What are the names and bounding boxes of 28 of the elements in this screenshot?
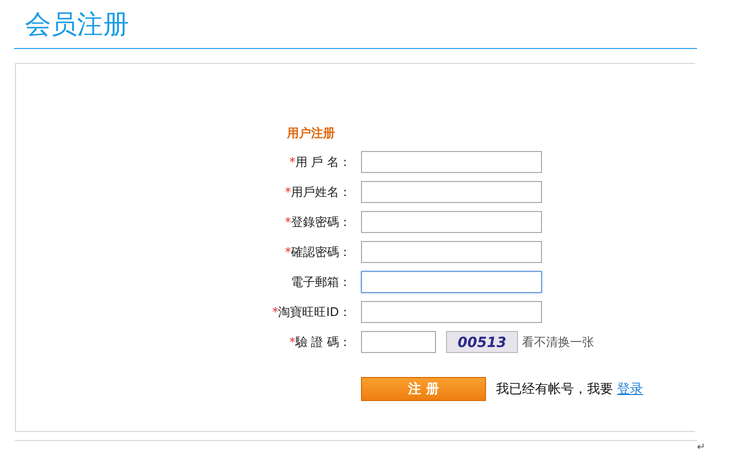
input-field[interactable] — [361, 151, 542, 173]
input-field[interactable] — [361, 241, 542, 263]
paragraph-mark: ↵ — [697, 442, 706, 453]
field-label: *用戶姓名： — [284, 184, 352, 200]
input-field[interactable] — [361, 301, 542, 323]
captcha-field[interactable] — [361, 331, 436, 353]
field-label: *驗 證 碼： — [288, 334, 352, 350]
field-label: *登錄密碼： — [284, 214, 352, 230]
register-button[interactable]: 注 册 — [361, 377, 486, 401]
form-heading: 用户注册 — [287, 125, 336, 142]
refresh-captcha-link[interactable]: 看不清换一张 — [522, 334, 594, 350]
field-label: *淘寶旺旺ID： — [271, 304, 352, 320]
input-field[interactable] — [361, 211, 542, 233]
input-field[interactable] — [361, 181, 542, 203]
required-mark: * — [285, 184, 291, 198]
captcha-image: 00513 — [446, 331, 518, 353]
required-mark: * — [285, 214, 291, 228]
required-mark: * — [289, 334, 296, 348]
field-label: *確認密碼： — [284, 244, 352, 260]
login-link[interactable]: 登录 — [617, 380, 643, 398]
required-mark: * — [272, 304, 278, 318]
field-label: *用 戶 名： — [288, 154, 352, 170]
required-mark: * — [285, 244, 291, 258]
page-title: 会员注册 — [24, 9, 130, 42]
field-label: 電子郵箱： — [290, 274, 352, 290]
input-field[interactable] — [361, 271, 542, 293]
login-prompt: 我已经有帐号，我要 — [496, 381, 613, 398]
required-mark: * — [289, 154, 296, 168]
